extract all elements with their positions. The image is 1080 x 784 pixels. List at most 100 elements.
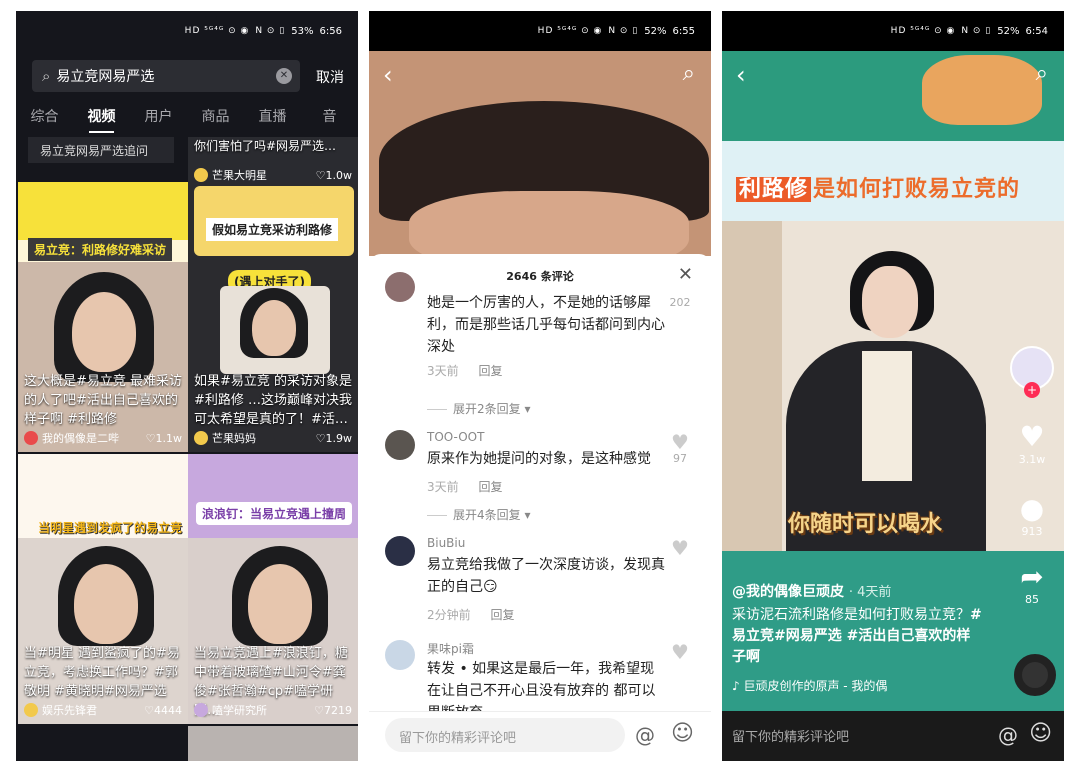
reply-button[interactable]: 回复	[478, 480, 502, 494]
search-tabs: 综合 视频 用户 商品 直播 音	[16, 106, 358, 136]
post-time: · 4天前	[848, 585, 892, 600]
heart-icon: ♥	[671, 536, 689, 560]
comment-meta: 3天前 回复	[427, 478, 502, 495]
share-icon: ➦	[1020, 560, 1044, 593]
share-button[interactable]: ➦ 85	[1010, 560, 1054, 607]
thumbnail-person	[74, 564, 138, 644]
reply-button[interactable]: 回复	[490, 608, 514, 622]
description-text: 采访泥石流利路修是如何打败易立竞？	[732, 607, 970, 623]
comment-like[interactable]: ♥ 97	[665, 432, 695, 465]
card-author: 娱乐先锋君	[42, 704, 97, 717]
clear-icon[interactable]: ✕	[276, 68, 292, 84]
comment-time: 3天前	[427, 480, 459, 494]
thumbnail-person	[252, 300, 296, 356]
search-results-screen: HD ⁵ᴳ⁴ᴳ ⊙ ◉ N ⊙ ▯ 53% 6:56 ⌕ 易立竞网易严选 ✕ 取…	[16, 11, 358, 761]
comment-meta: 3天前 回复	[427, 362, 502, 379]
follow-plus-icon[interactable]: +	[1024, 382, 1040, 398]
heart-icon: ♥	[671, 640, 689, 664]
card-likes: ♡1.9w	[315, 431, 352, 445]
comment-item: 她是一个厉害的人，不是她的话够犀利，而是那些话几乎每句话都问到内心深处 3天前 …	[385, 272, 699, 394]
thumbnail-person	[248, 564, 312, 644]
back-icon[interactable]: ‹	[383, 61, 393, 89]
reply-button[interactable]: 回复	[478, 364, 502, 378]
title-rest: 是如何打败易立竞的	[813, 177, 1021, 202]
signal-icons: HD ⁵ᴳ⁴ᴳ ⊙ ◉	[537, 26, 603, 36]
status-icons: N ⊙ ▯	[255, 26, 286, 36]
clock: 6:55	[672, 25, 695, 37]
comment-count: 913	[1021, 525, 1043, 538]
video-player-screen: HD ⁵ᴳ⁴ᴳ ⊙ ◉ N ⊙ ▯ 52% 6:54 利路修 是如何打败易立竞的 …	[722, 11, 1064, 761]
search-input[interactable]: ⌕ 易立竞网易严选 ✕	[32, 60, 300, 92]
comment-sheet: 2646 条评论 ✕ 她是一个厉害的人，不是她的话够犀利，而是那些话几乎每句话都…	[369, 254, 711, 761]
comment-meta: 2分钟前 回复	[427, 606, 514, 623]
tab-products[interactable]: 商品	[187, 106, 244, 136]
card-author: 嗑学研究所	[212, 704, 267, 717]
tab-live[interactable]: 直播	[244, 106, 301, 136]
comment-time: 3天前	[427, 364, 459, 378]
comment-item: BiuBiu 易立竞给我做了一次深度访谈，发现真正的自己😏 2分钟前 回复 ♥	[385, 536, 699, 628]
card-likes: ♡1.1w	[145, 431, 182, 445]
video-card[interactable]: 假如易立竞采访利路修 (遇上对手了) 如果#易立竞 的采访对象是#利路修 …这场…	[188, 182, 358, 452]
status-bar: HD ⁵ᴳ⁴ᴳ ⊙ ◉ N ⊙ ▯ 52% 6:54	[722, 11, 1064, 51]
status-icons: N ⊙ ▯	[961, 26, 992, 36]
comment-text: 原来作为她提问的对象，是这种感觉	[427, 451, 651, 467]
comment-author: 果味pi霜	[427, 642, 474, 656]
comment-author: BiuBiu	[427, 536, 466, 550]
mascot-logo	[922, 55, 1042, 125]
cancel-button[interactable]: 取消	[316, 67, 344, 87]
thumbnail-banner: 易立竞：利路修好难采访	[28, 238, 173, 261]
thumbnail-banner: 假如易立竞采访利路修	[206, 218, 339, 241]
avatar[interactable]	[385, 640, 415, 670]
battery-level: 52%	[997, 25, 1020, 37]
close-icon[interactable]: ✕	[678, 264, 693, 285]
like-count: 3.1w	[1018, 453, 1046, 466]
comments-screen: HD ⁵ᴳ⁴ᴳ ⊙ ◉ N ⊙ ▯ 52% 6:55 ‹ ⌕ 2646 条评论 …	[369, 11, 711, 761]
search-icon[interactable]: ⌕	[1036, 61, 1048, 86]
comment-input[interactable]: 留下你的精彩评论吧	[385, 718, 625, 752]
video-card[interactable]: 你们害怕了吗#网易严选… 芒果大明星 ♡1.0w	[188, 137, 358, 185]
video-card-partial[interactable]	[188, 726, 358, 761]
tab-all[interactable]: 综合	[16, 106, 73, 136]
search-icon: ⌕	[42, 67, 51, 85]
comment-time: 2分钟前	[427, 608, 471, 622]
avatar[interactable]	[385, 430, 415, 460]
music-label[interactable]: ♪ 巨顽皮创作的原声 - 我的偶	[732, 677, 887, 694]
card-meta: 嗑学研究所 ♡7219	[194, 702, 352, 718]
avatar[interactable]	[385, 536, 415, 566]
video-card[interactable]: 浪浪钉：当易立竞遇上撞周 当易立竞遇上#浪浪钉，糖中带着玻璃碴#山河令#龚俊#张…	[188, 454, 358, 724]
video-author[interactable]: @我的偶像巨顽皮 · 4天前	[732, 581, 891, 601]
tab-users[interactable]: 用户	[130, 106, 187, 136]
video-card[interactable]: 当明星遇到发疯了的易立竞 当#明星 遇到鲨疯了的#易立竞，考虑换工作吗？#郭敬明…	[18, 454, 188, 724]
tab-video[interactable]: 视频	[73, 106, 130, 136]
like-button[interactable]: ♥ 3.1w	[1010, 421, 1054, 467]
status-bar: HD ⁵ᴳ⁴ᴳ ⊙ ◉ N ⊙ ▯ 53% 6:56	[16, 11, 358, 51]
comment-like[interactable]: ♥	[665, 642, 695, 662]
card-likes: ♡1.0w	[315, 168, 352, 182]
video-card[interactable]: 易立竞：利路修好难采访 这大概是#易立竞 最难采访的人了吧#活出自己喜欢的样子啊…	[18, 182, 188, 452]
mention-icon[interactable]: @	[998, 723, 1018, 747]
music-disc-icon[interactable]	[1014, 654, 1056, 696]
comment-button[interactable]: ● 913	[1010, 492, 1054, 539]
comment-like[interactable]: 202	[665, 296, 695, 309]
avatar[interactable]	[385, 272, 415, 302]
video-subtitle: 你随时可以喝水	[788, 512, 943, 537]
emoji-icon[interactable]: ☺	[671, 721, 694, 746]
search-icon[interactable]: ⌕	[683, 61, 695, 86]
emoji-icon[interactable]: ☺	[1029, 721, 1052, 746]
card-meta: 我的偶像是二哔 ♡1.1w	[24, 430, 182, 446]
card-meta: 娱乐先锋君 ♡4444	[24, 702, 182, 718]
expand-replies[interactable]: 展开2条回复 ▾	[427, 400, 530, 417]
tab-music[interactable]: 音	[301, 106, 358, 136]
comment-icon: ●	[1019, 492, 1045, 525]
video-overlay-title: 利路修 是如何打败易立竞的	[736, 171, 1020, 203]
mention-icon[interactable]: @	[635, 723, 655, 747]
card-meta: 芒果妈妈 ♡1.9w	[194, 430, 352, 446]
avatar	[194, 703, 208, 717]
back-icon[interactable]: ‹	[736, 61, 746, 89]
signal-icons: HD ⁵ᴳ⁴ᴳ ⊙ ◉	[184, 26, 250, 36]
comment-like[interactable]: ♥	[665, 538, 695, 558]
related-search-chip[interactable]: 易立竞网易严选追问	[28, 137, 174, 163]
creator-avatar[interactable]: +	[1010, 346, 1054, 398]
title-highlight: 利路修	[736, 177, 812, 202]
expand-replies[interactable]: 展开4条回复 ▾	[427, 506, 530, 523]
